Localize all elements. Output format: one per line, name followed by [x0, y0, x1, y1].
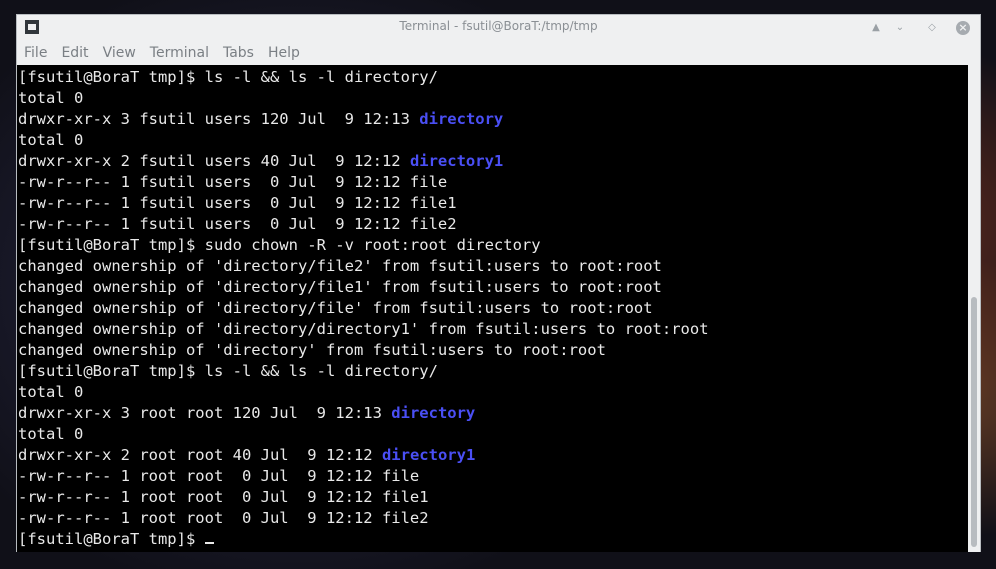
- terminal-line: changed ownership of 'directory/file1' f…: [18, 277, 969, 298]
- title-bar[interactable]: Terminal - fsutil@BoraT:/tmp/tmp ▲ ⌄ ◇ ×: [17, 15, 980, 41]
- close-icon[interactable]: ×: [956, 21, 970, 35]
- terminal-line: total 0: [18, 130, 969, 151]
- terminal-text: [fsutil@BoraT tmp]$ ls -l && ls -l direc…: [18, 68, 438, 86]
- terminal-line: -rw-r--r-- 1 fsutil users 0 Jul 9 12:12 …: [18, 172, 969, 193]
- terminal-line: drwxr-xr-x 2 root root 40 Jul 9 12:12 di…: [18, 445, 969, 466]
- menu-terminal[interactable]: Terminal: [143, 41, 216, 65]
- menu-tabs[interactable]: Tabs: [216, 41, 261, 65]
- terminal-text: changed ownership of 'directory/file' fr…: [18, 299, 653, 317]
- terminal-text: -rw-r--r-- 1 root root 0 Jul 9 12:12 fil…: [18, 509, 429, 527]
- terminal-text: drwxr-xr-x 3 root root 120 Jul 9 12:13: [18, 404, 392, 422]
- terminal-text: -rw-r--r-- 1 fsutil users 0 Jul 9 12:12 …: [18, 215, 457, 233]
- terminal-line: changed ownership of 'directory/file2' f…: [18, 256, 969, 277]
- terminal-line: total 0: [18, 382, 969, 403]
- terminal-line: total 0: [18, 88, 969, 109]
- terminal-text: total 0: [18, 383, 84, 401]
- terminal-line: [fsutil@BoraT tmp]$ ls -l && ls -l direc…: [18, 361, 969, 382]
- terminal-line: changed ownership of 'directory/director…: [18, 319, 969, 340]
- terminal-output[interactable]: [fsutil@BoraT tmp]$ ls -l && ls -l direc…: [17, 65, 969, 552]
- terminal-line: -rw-r--r-- 1 root root 0 Jul 9 12:12 fil…: [18, 487, 969, 508]
- terminal-text: -rw-r--r-- 1 root root 0 Jul 9 12:12 fil…: [18, 488, 429, 506]
- directory-name: directory1: [409, 152, 504, 170]
- terminal-text: [fsutil@BoraT tmp]$: [18, 530, 205, 548]
- terminal-line: -rw-r--r-- 1 fsutil users 0 Jul 9 12:12 …: [18, 214, 969, 235]
- text-cursor: [204, 542, 214, 544]
- terminal-text: changed ownership of 'directory' from fs…: [18, 341, 606, 359]
- terminal-line: [fsutil@BoraT tmp]$ ls -l && ls -l direc…: [18, 67, 969, 88]
- terminal-text: changed ownership of 'directory/file2' f…: [18, 257, 662, 275]
- menu-edit[interactable]: Edit: [54, 41, 95, 65]
- directory-name: directory: [419, 110, 504, 128]
- terminal-line: total 0: [18, 424, 969, 445]
- terminal-text: -rw-r--r-- 1 fsutil users 0 Jul 9 12:12 …: [18, 194, 457, 212]
- scroll-thumb[interactable]: [971, 297, 977, 547]
- minimize-icon[interactable]: ▲: [868, 20, 884, 36]
- directory-name: directory: [391, 404, 476, 422]
- terminal-window: Terminal - fsutil@BoraT:/tmp/tmp ▲ ⌄ ◇ ×…: [16, 14, 981, 552]
- terminal-line: drwxr-xr-x 3 root root 120 Jul 9 12:13 d…: [18, 403, 969, 424]
- menu-help[interactable]: Help: [261, 41, 307, 65]
- terminal-text: -rw-r--r-- 1 fsutil users 0 Jul 9 12:12 …: [18, 173, 448, 191]
- terminal-text: [fsutil@BoraT tmp]$ ls -l && ls -l direc…: [18, 362, 438, 380]
- terminal-line: -rw-r--r-- 1 fsutil users 0 Jul 9 12:12 …: [18, 193, 969, 214]
- terminal-line: changed ownership of 'directory' from fs…: [18, 340, 969, 361]
- maximize-icon[interactable]: ◇: [924, 20, 940, 36]
- menu-view[interactable]: View: [96, 41, 143, 65]
- terminal-line: drwxr-xr-x 2 fsutil users 40 Jul 9 12:12…: [18, 151, 969, 172]
- menu-bar: File Edit View Terminal Tabs Help: [17, 41, 980, 65]
- restore-icon[interactable]: ⌄: [892, 20, 908, 36]
- terminal-text: -rw-r--r-- 1 root root 0 Jul 9 12:12 fil…: [18, 467, 420, 485]
- terminal-text: [fsutil@BoraT tmp]$ sudo chown -R -v roo…: [18, 236, 541, 254]
- terminal-line: -rw-r--r-- 1 root root 0 Jul 9 12:12 fil…: [18, 508, 969, 529]
- terminal-text: drwxr-xr-x 3 fsutil users 120 Jul 9 12:1…: [18, 110, 420, 128]
- terminal-text: drwxr-xr-x 2 fsutil users 40 Jul 9 12:12: [18, 152, 410, 170]
- terminal-line: -rw-r--r-- 1 root root 0 Jul 9 12:12 fil…: [18, 466, 969, 487]
- terminal-text: total 0: [18, 131, 84, 149]
- terminal-text: changed ownership of 'directory/director…: [18, 320, 709, 338]
- terminal-text: total 0: [18, 89, 84, 107]
- terminal-line: [fsutil@BoraT tmp]$ sudo chown -R -v roo…: [18, 235, 969, 256]
- terminal-line: [fsutil@BoraT tmp]$: [18, 529, 969, 550]
- terminal-text: changed ownership of 'directory/file1' f…: [18, 278, 662, 296]
- scrollbar[interactable]: [968, 65, 980, 552]
- terminal-text: drwxr-xr-x 2 root root 40 Jul 9 12:12: [18, 446, 382, 464]
- window-title: Terminal - fsutil@BoraT:/tmp/tmp: [399, 19, 598, 33]
- directory-name: directory1: [381, 446, 476, 464]
- terminal-text: total 0: [18, 425, 84, 443]
- terminal-line: changed ownership of 'directory/file' fr…: [18, 298, 969, 319]
- terminal-line: drwxr-xr-x 3 fsutil users 120 Jul 9 12:1…: [18, 109, 969, 130]
- menu-file[interactable]: File: [17, 41, 54, 65]
